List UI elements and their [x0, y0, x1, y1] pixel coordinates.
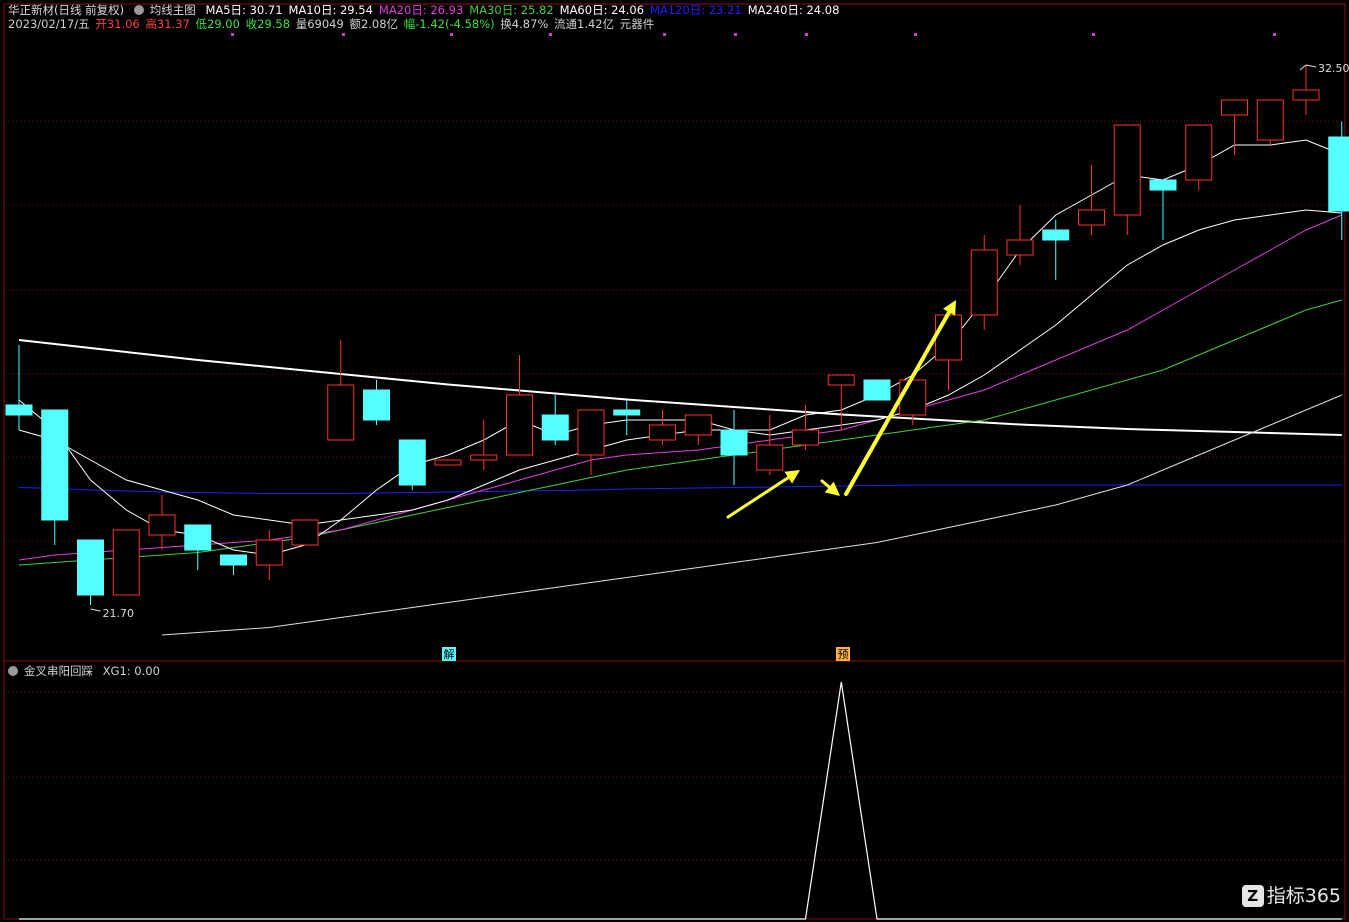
candle-up: [684, 414, 712, 436]
candle-up: [434, 459, 462, 466]
top-marker-dot: [549, 33, 552, 36]
top-marker-dot: [450, 33, 453, 36]
candle-up: [1221, 99, 1248, 116]
candle-up: [327, 384, 355, 441]
marker-jie: 解: [444, 647, 455, 661]
candle-down: [220, 554, 247, 566]
watermark-logo-icon: Z: [1241, 885, 1264, 907]
high-label: 32.50: [1318, 62, 1349, 75]
candle-down: [1328, 136, 1349, 212]
low-pointer: [90, 608, 101, 612]
chart-frame: [3, 3, 1346, 920]
candle-down: [77, 539, 104, 596]
top-marker-dot: [1092, 33, 1095, 36]
candle-down: [184, 524, 212, 551]
top-marker-dot: [734, 33, 737, 36]
candle-up: [827, 374, 855, 386]
candle-up: [756, 444, 784, 471]
watermark: Z 指标365: [1241, 881, 1341, 908]
candle-down: [41, 409, 69, 521]
candle-up: [291, 519, 319, 546]
kline-chart[interactable]: 32.50 21.70 解 预: [0, 0, 1349, 922]
xg1-signal-line: [19, 681, 1342, 920]
candle-down: [1042, 229, 1070, 241]
low-label: 21.70: [103, 607, 135, 620]
candle-up: [577, 409, 605, 456]
candle-up: [148, 514, 176, 536]
top-marker-dot: [805, 33, 808, 36]
candle-down: [863, 379, 891, 401]
top-marker-dot: [914, 33, 917, 36]
candle-up: [899, 379, 927, 416]
candle-down: [720, 429, 748, 456]
candle-up: [1006, 239, 1034, 256]
arrow-up-small-head: [784, 470, 800, 484]
candle-down: [613, 409, 641, 416]
candle-up: [649, 424, 676, 441]
candle-up: [1185, 124, 1213, 181]
top-marker-dot: [663, 33, 666, 36]
candle-up: [255, 539, 283, 566]
marker-yu: 预: [838, 648, 849, 661]
candle-up: [935, 314, 962, 361]
candle-down: [1149, 179, 1177, 191]
top-marker-dot: [231, 33, 234, 36]
candle-up: [1292, 89, 1320, 101]
candle-down: [398, 439, 426, 486]
candle-up: [1113, 124, 1141, 216]
ma120-line: [18, 484, 1342, 494]
candle-down: [5, 404, 33, 416]
candle-down: [363, 389, 390, 421]
candle-up: [1078, 209, 1105, 226]
arrow-up-small: [726, 474, 793, 519]
candle-down: [541, 414, 569, 441]
candle-up: [506, 394, 533, 456]
candle-up: [470, 454, 498, 461]
watermark-text: 指标365: [1266, 885, 1341, 907]
candle-up: [792, 429, 819, 446]
ma240-line: [18, 339, 1342, 436]
candle-up: [112, 529, 140, 596]
top-marker-dot: [1273, 33, 1276, 36]
candle-up: [970, 249, 998, 316]
high-pointer: [1299, 64, 1317, 71]
candle-up: [1256, 99, 1284, 141]
top-marker-dot: [342, 33, 345, 36]
